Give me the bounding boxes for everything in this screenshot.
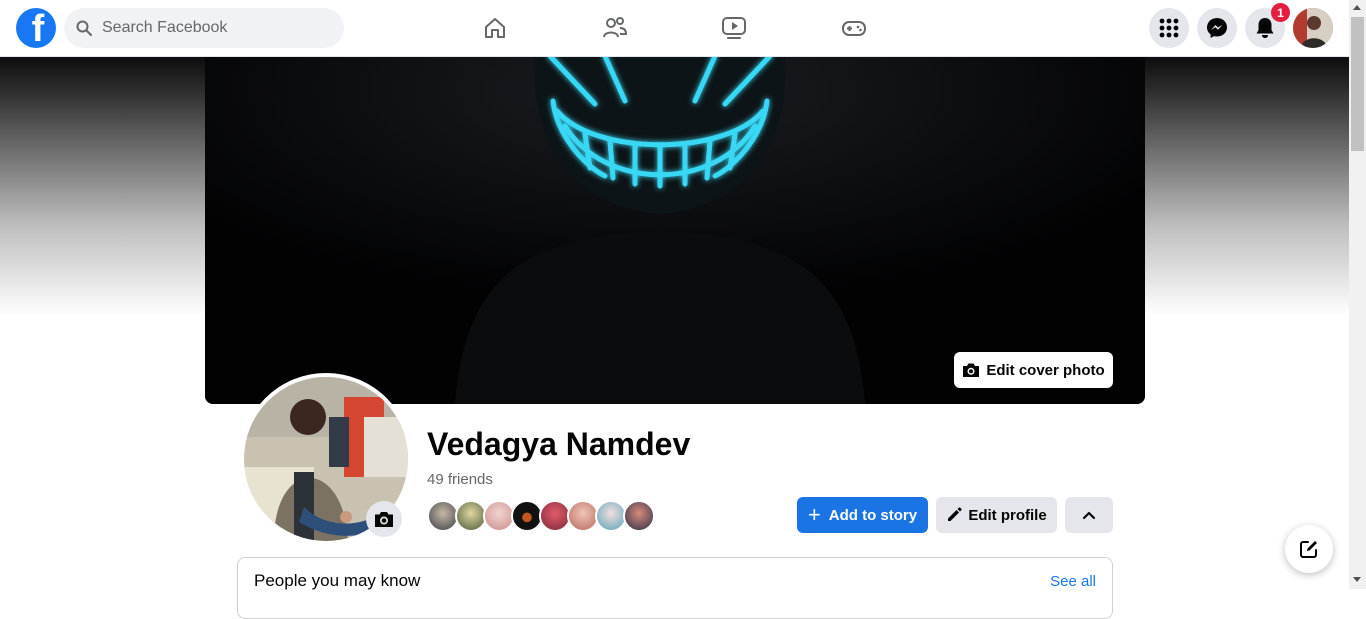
search-input[interactable]: [100, 18, 324, 38]
camera-icon: [375, 512, 393, 527]
home-icon: [485, 18, 505, 38]
page-scrollbar[interactable]: [1349, 0, 1366, 589]
new-message-button[interactable]: [1285, 525, 1333, 573]
nav-tab-friends[interactable]: [601, 14, 629, 42]
scroll-down-arrow-icon[interactable]: [1353, 577, 1361, 582]
compose-icon: [1300, 541, 1317, 558]
profile-name: Vedagya Namdev: [427, 426, 691, 462]
search-icon: [76, 20, 92, 36]
messenger-button[interactable]: [1197, 8, 1237, 48]
nav-tab-home[interactable]: [481, 14, 509, 42]
add-to-story-label: Add to story: [828, 506, 918, 524]
pencil-icon: [948, 507, 962, 521]
camera-icon: [963, 363, 980, 377]
friends-count[interactable]: 49 friends: [427, 471, 493, 488]
friend-avatar[interactable]: [623, 500, 655, 532]
edit-profile-label: Edit profile: [968, 506, 1047, 524]
menu-button[interactable]: [1149, 8, 1189, 48]
edit-cover-photo-label: Edit cover photo: [986, 361, 1105, 379]
nav-tab-gaming[interactable]: [840, 14, 868, 42]
scrollbar-thumb[interactable]: [1351, 17, 1364, 151]
messenger-icon: [1207, 18, 1227, 38]
account-avatar[interactable]: [1293, 8, 1333, 48]
top-navigation-bar: f Search Facebook 1: [0, 0, 1349, 57]
watch-icon: [722, 17, 746, 39]
facebook-logo[interactable]: f: [16, 8, 56, 48]
see-all-link[interactable]: See all: [1050, 573, 1096, 590]
bell-icon: [1256, 18, 1274, 38]
add-to-story-button[interactable]: + Add to story: [797, 497, 928, 533]
edit-cover-photo-button[interactable]: Edit cover photo: [954, 352, 1113, 388]
avatar-photo: [1293, 8, 1333, 48]
search-box[interactable]: [64, 8, 344, 48]
grid-menu-icon: [1159, 18, 1179, 38]
chevron-up-icon: [1082, 511, 1096, 520]
profile-more-button[interactable]: [1065, 497, 1113, 533]
update-profile-picture-button[interactable]: [366, 501, 402, 537]
scroll-up-arrow-icon[interactable]: [1353, 5, 1361, 10]
notification-badge: 1: [1271, 3, 1290, 22]
gaming-icon: [842, 21, 866, 36]
people-you-may-know-card: People you may know See all: [237, 557, 1113, 619]
edit-profile-button[interactable]: Edit profile: [936, 497, 1057, 533]
friends-icon: [603, 17, 628, 38]
nav-tab-watch[interactable]: [720, 14, 748, 42]
people-you-may-know-title: People you may know: [254, 571, 421, 590]
plus-icon: +: [807, 502, 821, 527]
